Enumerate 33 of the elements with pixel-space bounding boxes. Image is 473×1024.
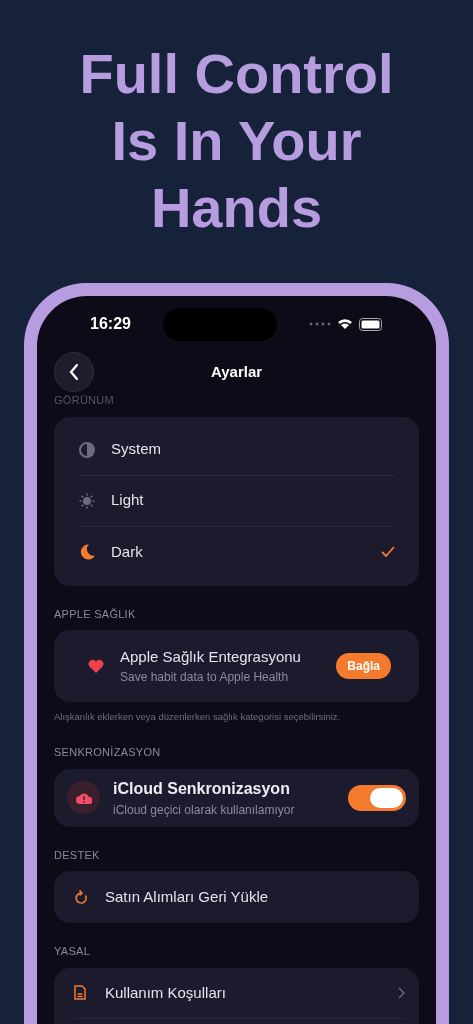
health-subtitle: Save habit data to Apple Health [120, 669, 290, 687]
screen-title: Ayarlar [210, 361, 263, 382]
sun-icon [78, 491, 96, 510]
heart-icon [88, 659, 104, 673]
section-header: GÖRÜNUM [54, 393, 115, 408]
moon-icon [78, 543, 96, 561]
headline: Full Control Is In Your Hands [78, 41, 395, 241]
appearance-option[interactable]: Dark [78, 526, 395, 578]
health-footnote: Alışkanlık eklerken veya düzenlerken sağlık kategorisi seçebilirsiniz. [54, 710, 342, 724]
section-header: YASAL [54, 944, 92, 960]
chevron-left-icon [68, 363, 80, 381]
section-header: APPLE SAĞLIK [54, 606, 137, 622]
chevron-right-icon [398, 986, 405, 999]
checkmark-icon [381, 546, 395, 558]
section-header: DESTEK [54, 847, 101, 863]
sync-title: iCloud Senkronizasyon [113, 778, 291, 799]
wifi-icon [337, 318, 353, 330]
appearance-option[interactable]: System [78, 424, 395, 476]
health-title: Apple Sağlık Entegrasyonu [120, 646, 302, 667]
signal-dots-icon [309, 322, 331, 326]
sync-toggle[interactable] [348, 784, 406, 811]
cloud-alert-icon [67, 781, 100, 815]
refresh-icon [74, 889, 88, 906]
back-button[interactable] [54, 352, 94, 392]
battery-icon [359, 317, 383, 331]
legal-row[interactable]: Kullanım Koşulları [74, 967, 405, 1019]
half-circle-icon [78, 440, 96, 459]
restore-purchases-row[interactable]: Satın Alımları Geri Yükle [54, 871, 419, 924]
section-header: SENKRONİZASYON [54, 745, 162, 761]
document-icon [74, 985, 86, 1001]
sync-subtitle: iCloud geçici olarak kullanılamıyor [113, 801, 296, 819]
status-time: 16:29 [90, 314, 131, 334]
appearance-option[interactable]: Light [78, 475, 395, 527]
